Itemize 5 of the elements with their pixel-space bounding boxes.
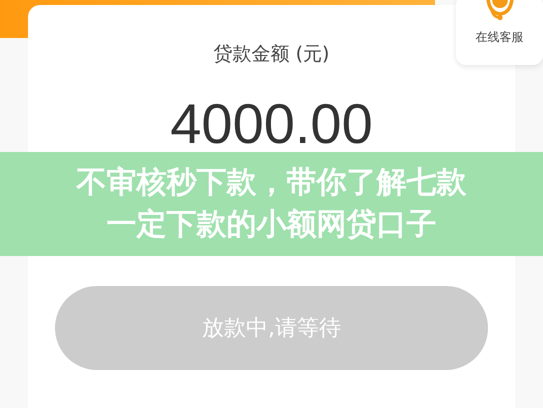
amount-label: 贷款金额 (元) <box>214 42 330 67</box>
amount-value: 4000.00 <box>170 91 373 156</box>
banner-title-line: 一定下款的小额网贷口子 <box>106 206 436 244</box>
banner-title-line: 不审核秒下款，带你了解七款 <box>76 164 466 202</box>
customer-service-button[interactable]: 在线客服 <box>456 0 543 65</box>
